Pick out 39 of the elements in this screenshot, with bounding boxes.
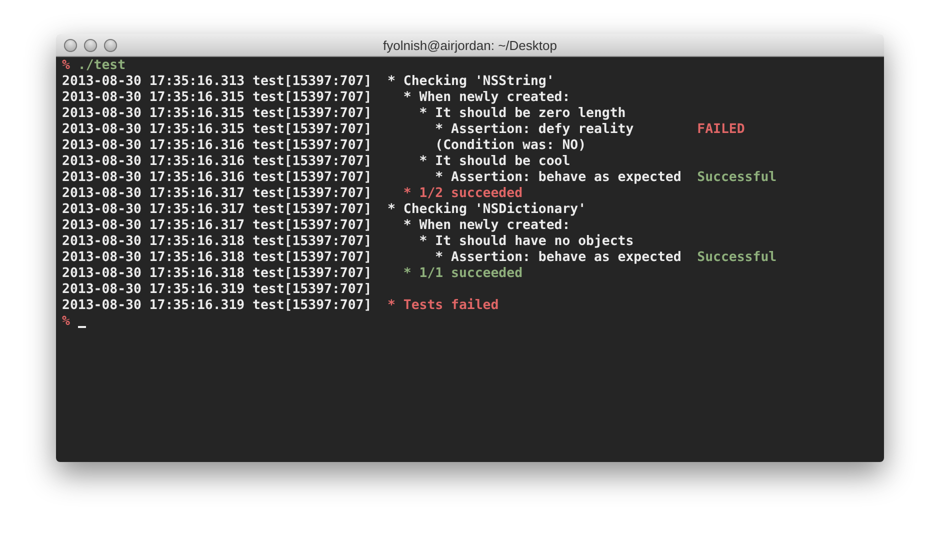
prompt-sign: %: [62, 58, 70, 74]
log-timestamp: 2013-08-30 17:35:16.317 test[15397:707]: [62, 186, 372, 202]
log-timestamp: 2013-08-30 17:35:16.317 test[15397:707]: [62, 202, 372, 218]
close-button[interactable]: [64, 39, 77, 52]
zoom-button[interactable]: [104, 39, 117, 52]
log-timestamp: 2013-08-30 17:35:16.315 test[15397:707]: [62, 106, 372, 122]
log-message: * Assertion: defy reality: [434, 122, 635, 138]
log-message: * 1/1 succeeded: [402, 266, 524, 282]
log-timestamp: 2013-08-30 17:35:16.316 test[15397:707]: [62, 170, 372, 186]
log-message: (Condition was: NO): [434, 138, 588, 154]
log-message: * It should be zero length: [418, 106, 627, 122]
log-timestamp: 2013-08-30 17:35:16.316 test[15397:707]: [62, 154, 372, 170]
log-message: * Checking 'NSString': [388, 74, 556, 90]
log-message: * When newly created:: [402, 218, 572, 234]
log-message: * Checking 'NSDictionary': [388, 202, 588, 218]
log-message: * It should be cool: [418, 154, 572, 170]
log-timestamp: 2013-08-30 17:35:16.315 test[15397:707]: [62, 122, 372, 138]
log-timestamp: 2013-08-30 17:35:16.319 test[15397:707]: [62, 282, 372, 298]
log-message: * Tests failed: [388, 298, 500, 314]
log-message: * It should have no objects: [418, 234, 635, 250]
log-message: * 1/2 succeeded: [402, 186, 524, 202]
log-message: * Assertion: behave as expected: [434, 170, 682, 186]
log-message: * When newly created:: [402, 90, 572, 106]
log-timestamp: 2013-08-30 17:35:16.316 test[15397:707]: [62, 138, 372, 154]
log-timestamp: 2013-08-30 17:35:16.317 test[15397:707]: [62, 218, 372, 234]
log-timestamp: 2013-08-30 17:35:16.313 test[15397:707]: [62, 74, 372, 90]
test-result: Successful: [697, 170, 777, 186]
command-text: ./test: [78, 58, 126, 74]
log-timestamp: 2013-08-30 17:35:16.319 test[15397:707]: [62, 298, 372, 314]
window-title: fyolnish@airjordan: ~/Desktop: [383, 38, 557, 52]
test-result: Successful: [697, 250, 777, 266]
log-timestamp: 2013-08-30 17:35:16.315 test[15397:707]: [62, 90, 372, 106]
log-message: * Assertion: behave as expected: [434, 250, 682, 266]
prompt-sign: %: [62, 314, 70, 330]
log-timestamp: 2013-08-30 17:35:16.318 test[15397:707]: [62, 234, 372, 250]
log-timestamp: 2013-08-30 17:35:16.318 test[15397:707]: [62, 266, 372, 282]
log-timestamp: 2013-08-30 17:35:16.318 test[15397:707]: [62, 250, 372, 266]
test-result: FAILED: [697, 122, 745, 138]
minimize-button[interactable]: [84, 39, 97, 52]
